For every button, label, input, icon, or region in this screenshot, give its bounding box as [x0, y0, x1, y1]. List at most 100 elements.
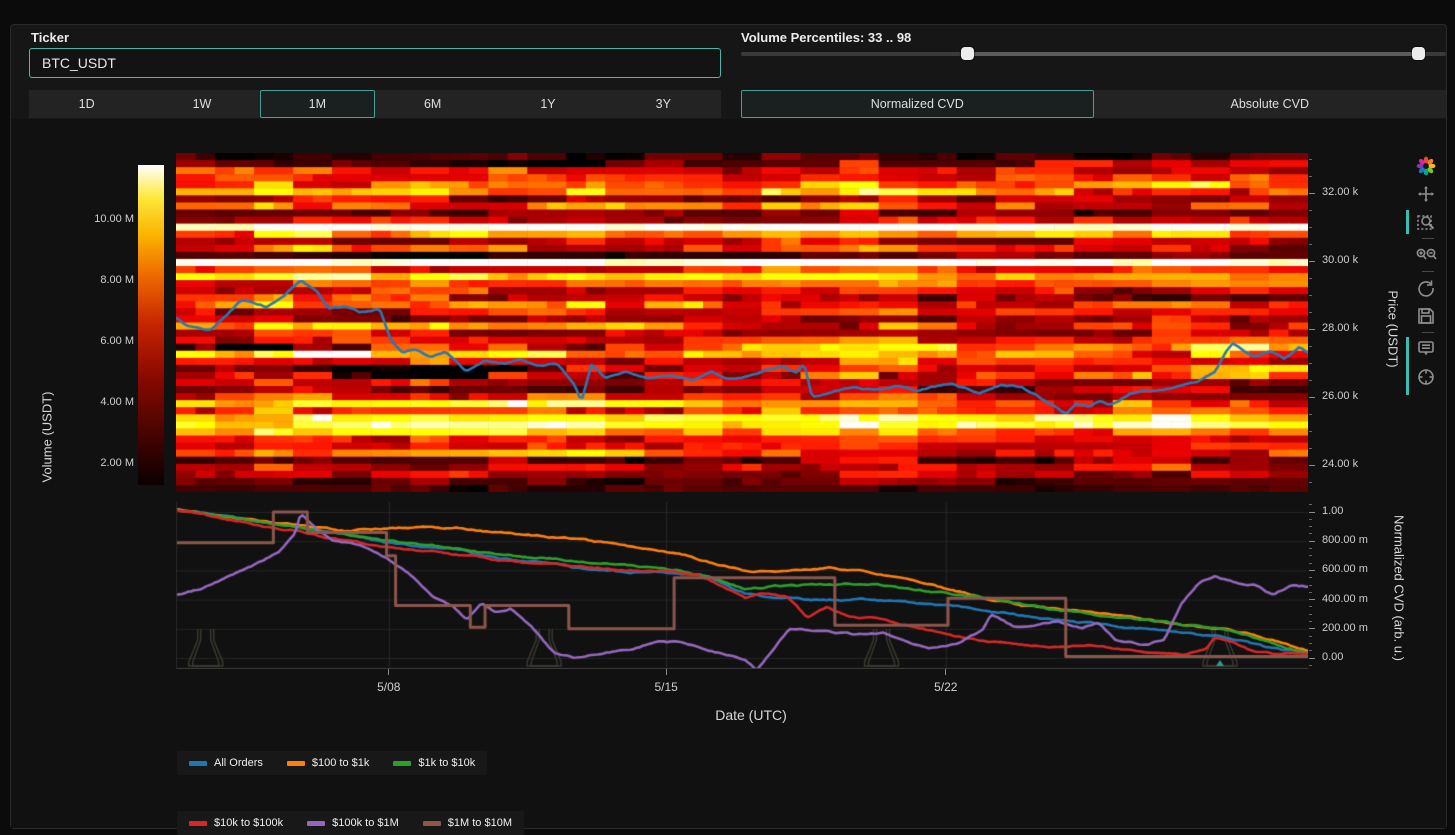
price-axis-tick [1309, 193, 1315, 194]
ticker-input[interactable] [29, 48, 721, 78]
price-axis-minor-tick [1309, 414, 1312, 415]
colorbar-axis-title: Volume (USDT) [40, 391, 55, 482]
timeframe-button-3y[interactable]: 3Y [606, 90, 721, 118]
price-tick-label: 26.00 k [1322, 390, 1358, 402]
cvd-tick-label: 800.00 m [1322, 534, 1368, 546]
cvd-axis-minor-tick [1309, 592, 1312, 593]
timeframe-button-group: 1D 1W 1M 6M 1Y 3Y [29, 90, 721, 118]
slider-handle-high[interactable] [1412, 47, 1425, 60]
cvd-axis-minor-tick [1309, 643, 1312, 644]
cvd-axis-minor-tick [1309, 548, 1312, 549]
volume-percentiles-slider[interactable] [741, 47, 1446, 61]
slider-track[interactable] [968, 52, 1419, 56]
volume-percentiles-label: Volume Percentiles: 33 .. 98 [741, 30, 911, 45]
price-axis-minor-tick [1309, 227, 1312, 228]
legend-swatch [189, 761, 207, 766]
slider-handle-low[interactable] [961, 47, 974, 60]
ticker-label: Ticker [31, 30, 69, 45]
cvd-axis-minor-tick [1309, 563, 1312, 564]
cvd-axis-minor-tick [1309, 585, 1312, 586]
price-axis-minor-tick [1309, 346, 1312, 347]
price-tick-label: 30.00 k [1322, 254, 1358, 266]
autoscale-icon[interactable] [1413, 275, 1439, 301]
price-axis-minor-tick [1309, 176, 1312, 177]
cvd-tick-label: 400.00 m [1322, 593, 1368, 605]
price-axis-minor-tick [1309, 159, 1312, 160]
colorbar-tick-label: 6.00 M [88, 335, 134, 347]
price-axis-minor-tick [1309, 363, 1312, 364]
timeframe-button-1y[interactable]: 1Y [490, 90, 605, 118]
cvd-axis-minor-tick [1309, 555, 1312, 556]
price-volume-heatmap[interactable] [176, 153, 1308, 492]
cvd-axis-minor-tick [1309, 614, 1312, 615]
modebar-separator [1422, 271, 1434, 272]
cvd-axis-tick [1309, 628, 1315, 629]
legend-swatch [307, 821, 325, 826]
cvd-axis-tick [1309, 512, 1315, 513]
timeframe-button-6m[interactable]: 6M [375, 90, 490, 118]
timeframe-button-1m[interactable]: 1M [260, 90, 375, 118]
price-axis-minor-tick [1309, 295, 1312, 296]
box-zoom-icon[interactable] [1413, 209, 1439, 235]
cvd-axis-minor-tick [1309, 526, 1312, 527]
cvd-tick-label: 600.00 m [1322, 563, 1368, 575]
price-axis-minor-tick [1309, 210, 1312, 211]
normalized-cvd-chart[interactable] [176, 502, 1308, 669]
cvd-axis-minor-tick [1309, 504, 1312, 505]
pan-icon[interactable] [1413, 181, 1439, 207]
legend-item-100k-to-1m[interactable]: $100k to $1M [307, 817, 399, 829]
plotly-logo-icon[interactable] [1413, 153, 1439, 179]
cvd-axis-minor-tick [1309, 636, 1312, 637]
active-indicator [1406, 210, 1409, 234]
plotly-modebar [1413, 151, 1443, 392]
cvd-axis-minor-tick [1309, 665, 1312, 666]
figure-area: Volume (USDT) Price (USDT) Normalized CV… [11, 119, 1446, 828]
price-axis-minor-tick [1309, 278, 1312, 279]
modebar-separator [1422, 332, 1434, 333]
date-axis-tick [666, 669, 667, 675]
legend-item-100-to-1k[interactable]: $100 to $1k [287, 757, 370, 769]
price-axis-tick [1309, 329, 1315, 330]
price-axis-minor-tick [1309, 380, 1312, 381]
price-axis-minor-tick [1309, 312, 1312, 313]
date-axis-tick [945, 669, 946, 675]
colorbar-tick-label: 4.00 M [88, 396, 134, 408]
price-axis-title: Price (USDT) [1386, 290, 1401, 367]
date-axis-tick [388, 669, 389, 675]
cvd-mode-normalized-button[interactable]: Normalized CVD [741, 90, 1094, 118]
cvd-axis-minor-tick [1309, 519, 1312, 520]
timeframe-button-1w[interactable]: 1W [144, 90, 259, 118]
legend-item-1m-to-10m[interactable]: $1M to $10M [423, 817, 512, 829]
timeframe-button-1d[interactable]: 1D [29, 90, 144, 118]
volume-colorbar [138, 165, 164, 485]
cvd-tick-label: 0.00 [1322, 651, 1343, 663]
cvd-tick-label: 1.00 [1322, 505, 1343, 517]
active-indicator [1406, 337, 1409, 395]
date-tick-label: 5/22 [930, 680, 962, 694]
cvd-mode-absolute-button[interactable]: Absolute CVD [1094, 90, 1447, 118]
legend-item-1k-to-10k[interactable]: $1k to $10k [393, 757, 475, 769]
toggle-spikelines-icon[interactable] [1413, 364, 1439, 390]
colorbar-tick-label: 8.00 M [88, 274, 134, 286]
cvd-axis-minor-tick [1309, 650, 1312, 651]
modebar-separator [1422, 238, 1434, 239]
cvd-axis-tick [1309, 658, 1315, 659]
legend-label: $1k to $10k [418, 757, 475, 769]
cvd-axis-tick [1309, 599, 1315, 600]
cvd-axis-tick [1309, 570, 1315, 571]
cvd-axis-minor-tick [1309, 533, 1312, 534]
legend-item-10k-to-100k[interactable]: $10k to $100k [189, 817, 283, 829]
date-tick-label: 5/15 [650, 680, 682, 694]
legend-swatch [423, 821, 441, 826]
cvd-axis-tick [1309, 541, 1315, 542]
legend-swatch [393, 761, 411, 766]
zoom-in-out-icon[interactable] [1413, 242, 1439, 268]
save-image-icon[interactable] [1413, 303, 1439, 329]
price-axis-tick [1309, 261, 1315, 262]
cvd-axis-minor-tick [1309, 577, 1312, 578]
legend-label: $10k to $100k [214, 817, 283, 829]
price-axis-minor-tick [1309, 244, 1312, 245]
toggle-hover-icon[interactable] [1413, 336, 1439, 362]
price-tick-label: 24.00 k [1322, 458, 1358, 470]
legend-item-all-orders[interactable]: All Orders [189, 757, 263, 769]
